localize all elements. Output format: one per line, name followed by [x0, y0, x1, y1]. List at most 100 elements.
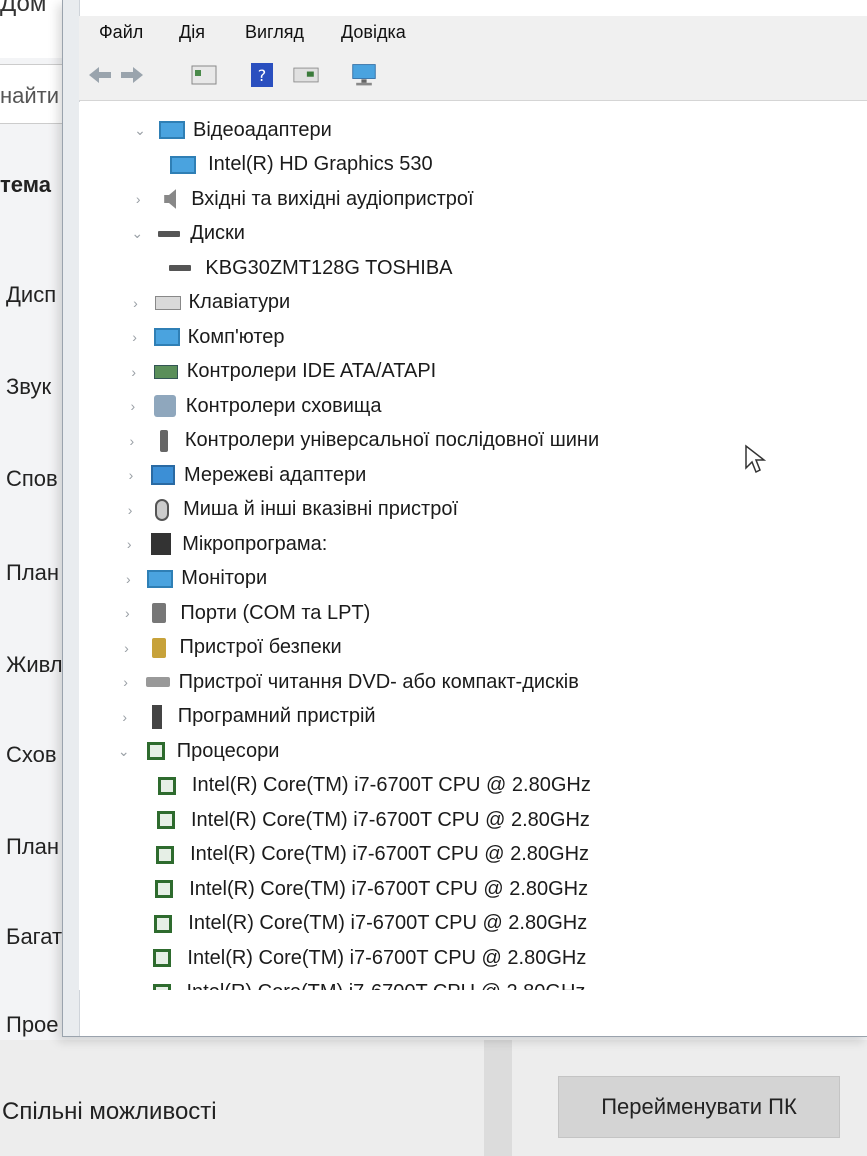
processor-icon: [152, 843, 178, 867]
tree-category[interactable]: › Програмний пристрій: [116, 701, 376, 733]
menu-help[interactable]: Довідка: [341, 22, 406, 43]
chevron-right-icon[interactable]: ›: [117, 674, 135, 690]
tree-device-label: KBG30ZMT128G TOSHIBA: [205, 256, 453, 279]
chevron-right-icon[interactable]: ›: [116, 709, 134, 725]
tree-category[interactable]: › Пристрої читання DVD- або компакт-дискі…: [117, 666, 579, 698]
tree-category-label: Контролери універсальної послідовної шин…: [184, 429, 600, 451]
tree-category[interactable]: › Вхідні та вихідні аудіопристрої: [129, 183, 474, 215]
tree-device-label: Intel(R) Core(TM) i7-6700T CPU @ 2.80GHz: [189, 877, 589, 900]
tree-category-label: Відеоадаптери: [193, 118, 332, 141]
tree-device-label: Intel(R) Core(TM) i7-6700T CPU @ 2.80GHz: [191, 808, 590, 831]
tree-device[interactable]: KBG30ZMT128G TOSHIBA: [167, 252, 453, 284]
ide-controller-icon: [153, 360, 179, 384]
nav-item-focus[interactable]: План: [6, 560, 59, 586]
menu-action[interactable]: Дія: [179, 22, 205, 43]
chevron-right-icon[interactable]: ›: [122, 467, 140, 483]
processor-icon: [153, 808, 179, 832]
chevron-right-icon[interactable]: ›: [129, 191, 147, 207]
chevron-down-icon[interactable]: ⌄: [115, 743, 133, 760]
nav-item-display[interactable]: Дисп: [6, 282, 56, 308]
tree-category-label: Монітори: [181, 567, 268, 589]
tree-device[interactable]: Intel(R) Core(TM) i7-6700T CPU @ 2.80GHz: [152, 839, 589, 871]
tree-device[interactable]: Intel(R) Core(TM) i7-6700T CPU @ 2.80GHz: [154, 770, 591, 802]
tree-category-label: Пристрої читання DVD- або компакт-дисків: [178, 670, 579, 693]
chevron-right-icon[interactable]: ›: [125, 364, 143, 380]
nav-item-multitasking[interactable]: Багат: [6, 924, 62, 950]
tree-category[interactable]: › Контролери сховища: [124, 390, 382, 422]
forward-arrow-icon[interactable]: [119, 62, 145, 88]
menu-file[interactable]: Файл: [99, 22, 143, 43]
tree-device-label: Intel(R) HD Graphics 530: [208, 153, 433, 175]
tree-category[interactable]: › Миша й інші вказівні пристрої: [121, 494, 458, 526]
nav-item-tablet[interactable]: План: [6, 834, 59, 860]
tree-device-label: Intel(R) Core(TM) i7-6700T CPU @ 2.80GHz: [187, 946, 587, 969]
chevron-right-icon[interactable]: ›: [119, 571, 137, 587]
help-icon[interactable]: ?: [249, 62, 275, 88]
svg-text:?: ?: [258, 66, 267, 85]
audio-icon: [157, 187, 183, 211]
mouse-cursor-icon: [745, 444, 766, 474]
tree-category-label: Мережеві адаптери: [184, 463, 367, 486]
tree-category[interactable]: › Комп'ютер: [126, 321, 285, 353]
rename-pc-button[interactable]: Перейменувати ПК: [558, 1076, 840, 1138]
tree-category[interactable]: › Пристрої безпеки: [118, 632, 342, 664]
chevron-down-icon[interactable]: ⌄: [131, 122, 149, 139]
chevron-right-icon[interactable]: ›: [127, 295, 145, 311]
disk-drive-icon: [167, 256, 193, 280]
nav-item-notifications[interactable]: Спов: [6, 466, 58, 492]
processor-icon: [149, 946, 175, 970]
tree-category[interactable]: › Монітори: [119, 563, 267, 595]
storage-controller-icon: [152, 394, 178, 418]
tree-device[interactable]: Intel(R) Core(TM) i7-6700T CPU @ 2.80GHz: [149, 977, 585, 990]
tree-device[interactable]: Intel(R) Core(TM) i7-6700T CPU @ 2.80GHz: [149, 942, 586, 974]
tree-category[interactable]: › Контролери IDE ATA/ATAPI: [125, 356, 436, 388]
nav-item-shared-experiences[interactable]: Спільні можливості: [2, 1098, 217, 1126]
chevron-right-icon[interactable]: ›: [126, 329, 144, 345]
display-adapter-icon: [159, 118, 185, 142]
security-device-icon: [146, 636, 172, 660]
tree-category[interactable]: › Клавіатури: [127, 287, 290, 319]
tree-category[interactable]: › Контролери універсальної послідовної ши…: [123, 425, 599, 457]
tree-device-label: Intel(R) Core(TM) i7-6700T CPU @ 2.80GHz: [190, 843, 590, 865]
nav-item-projecting[interactable]: Прое: [6, 1012, 59, 1038]
tree-device[interactable]: Intel(R) Core(TM) i7-6700T CPU @ 2.80GHz: [150, 908, 587, 940]
firmware-icon: [148, 532, 174, 556]
chevron-down-icon[interactable]: ⌄: [128, 225, 146, 242]
tree-category[interactable]: › Мікропрограма:: [120, 528, 327, 560]
chevron-right-icon[interactable]: ›: [118, 640, 136, 656]
monitor-icon: [147, 567, 174, 591]
tree-category[interactable]: › Мережеві адаптери: [122, 459, 367, 491]
tree-device-label: Intel(R) Core(TM) i7-6700T CPU @ 2.80GHz: [191, 774, 591, 796]
nav-section-title: тема: [0, 172, 51, 197]
chevron-right-icon[interactable]: ›: [123, 433, 141, 449]
tree-device[interactable]: Intel(R) Core(TM) i7-6700T CPU @ 2.80GHz: [153, 804, 590, 836]
tree-category-label: Порти (COM та LPT): [180, 601, 371, 624]
tree-category[interactable]: ⌄ Процесори: [115, 735, 280, 767]
monitor-scan-icon[interactable]: [351, 62, 377, 88]
tree-device[interactable]: Intel(R) HD Graphics 530: [170, 149, 433, 181]
nav-item-sound[interactable]: Звук: [6, 374, 51, 400]
tree-category-label: Диски: [190, 222, 245, 244]
nav-item-power[interactable]: Живл: [6, 652, 63, 678]
mouse-icon: [149, 498, 175, 522]
chevron-right-icon[interactable]: ›: [118, 605, 136, 621]
chevron-right-icon[interactable]: ›: [124, 398, 142, 414]
tree-category-label: Комп'ютер: [187, 325, 285, 348]
device-tree: ⌄ Відеоадаптери Intel(R) HD Graphics 530 › В…: [79, 102, 867, 990]
tree-category[interactable]: ⌄ Диски: [128, 218, 245, 250]
tree-device[interactable]: Intel(R) Core(TM) i7-6700T CPU @ 2.80GHz: [151, 873, 588, 905]
tree-category[interactable]: › Порти (COM та LPT): [118, 597, 370, 629]
tree-category-label: Вхідні та вихідні аудіопристрої: [191, 187, 474, 210]
processor-icon: [143, 739, 169, 763]
tree-category-label: Процесори: [176, 739, 280, 762]
menu-view[interactable]: Вигляд: [245, 22, 304, 43]
device-view-icon[interactable]: [293, 62, 319, 88]
device-manager-window: Файл Дія Вигляд Довідка ? ⌄ Відеоадаптери…: [62, 0, 867, 1037]
chevron-right-icon[interactable]: ›: [120, 536, 138, 552]
nav-item-storage[interactable]: Схов: [6, 742, 57, 768]
chevron-right-icon[interactable]: ›: [121, 502, 139, 518]
back-arrow-icon[interactable]: [87, 62, 113, 88]
properties-icon[interactable]: [191, 62, 217, 88]
tree-category[interactable]: ⌄ Відеоадаптери: [131, 114, 332, 146]
monitor-icon: [170, 153, 197, 177]
